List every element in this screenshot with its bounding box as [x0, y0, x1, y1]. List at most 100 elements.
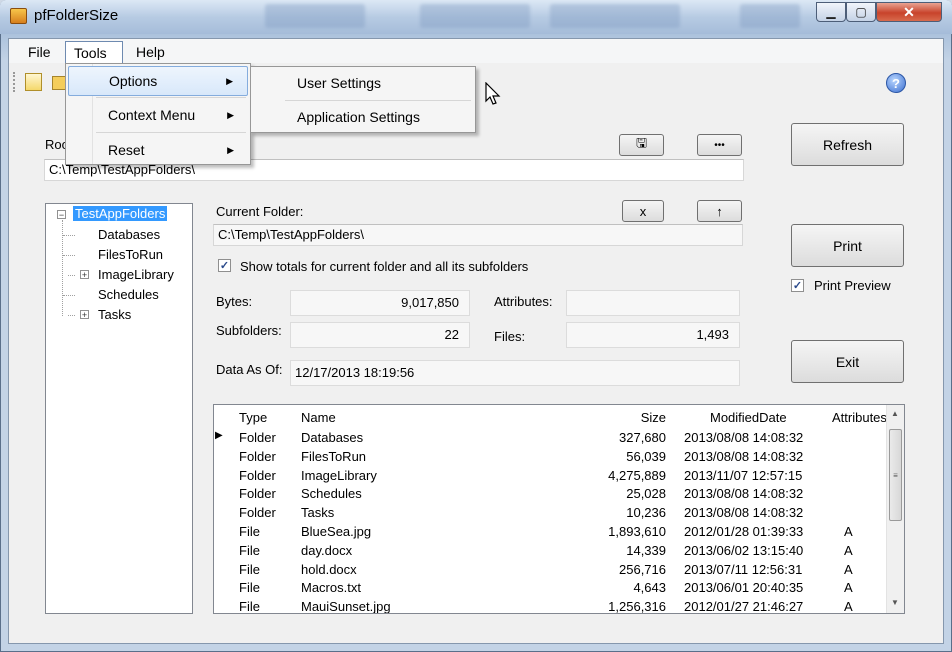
exit-button[interactable]: Exit	[791, 340, 904, 383]
up-folder-button[interactable]: ↑	[697, 200, 742, 222]
close-button[interactable]: ✕	[876, 2, 942, 22]
files-value: 1,493	[566, 322, 740, 348]
cell-modified: 2013/08/08 14:08:32	[684, 448, 804, 464]
menu-item-user-settings[interactable]: User Settings	[253, 67, 473, 99]
cell-size: 14,339	[626, 542, 666, 558]
help-icon[interactable]: ?	[886, 73, 906, 93]
print-preview-label: Print Preview	[814, 278, 891, 293]
cell-attributes: A	[844, 542, 853, 558]
table-row[interactable]: Folder FilesToRun 56,039 2013/08/08 14:08:3…	[214, 447, 886, 466]
table-row[interactable]: File Macros.txt 4,643 2013/06/01 20:40:35 A	[214, 578, 886, 597]
cell-size: 25,028	[626, 486, 666, 502]
cell-type: Folder	[239, 467, 276, 483]
cell-name: hold.docx	[301, 561, 357, 577]
tree-expand-toggle[interactable]: +	[80, 310, 89, 320]
data-as-of-label: Data As Of:	[216, 362, 283, 377]
cell-size: 256,716	[619, 561, 666, 577]
table-row[interactable]: File BlueSea.jpg 1,893,610 2012/01/28 01:39…	[214, 522, 886, 541]
bytes-label: Bytes:	[216, 294, 253, 309]
cell-modified: 2013/08/08 14:08:32	[684, 430, 804, 445]
scroll-down-arrow[interactable]: ▼	[891, 598, 899, 607]
cell-name: Tasks	[301, 505, 335, 521]
print-preview-checkbox[interactable]: ✓	[791, 279, 804, 292]
current-folder-label: Current Folder:	[216, 204, 304, 219]
save-button[interactable]: 🖫	[619, 134, 664, 156]
maximize-button[interactable]: ▢	[846, 2, 876, 22]
tree-node[interactable]: ImageLibrary	[98, 265, 174, 285]
menu-separator	[96, 132, 246, 133]
tree-node[interactable]: Schedules	[98, 285, 159, 305]
tree-line	[63, 295, 75, 296]
cell-attributes: A	[844, 580, 853, 596]
table-row[interactable]: File hold.docx 256,716 2013/07/11 12:56:31 A	[214, 560, 886, 579]
cell-name: BlueSea.jpg	[301, 524, 372, 539]
options-submenu: User Settings Application Settings	[250, 66, 476, 133]
cell-size: 4,275,889	[608, 467, 666, 483]
cell-type: Folder	[239, 448, 276, 464]
table-row[interactable]: File MauiSunset.jpg 1,256,316 2012/01/27 21…	[214, 597, 886, 614]
current-folder-path: C:\Temp\TestAppFolders\	[213, 224, 743, 246]
scroll-thumb[interactable]: ≡	[889, 429, 902, 521]
cell-modified: 2013/08/08 14:08:32	[684, 486, 804, 502]
cell-size: 327,680	[619, 430, 666, 445]
tree-node-label: TestAppFolders	[73, 206, 168, 221]
submenu-arrow-icon: ▶	[226, 76, 233, 86]
show-totals-checkbox[interactable]: ✓	[218, 259, 231, 272]
refresh-button[interactable]: Refresh	[791, 123, 904, 166]
table-row[interactable]: Folder Tasks 10,236 2013/08/08 14:08:32	[214, 503, 886, 522]
folder-tree[interactable]: − TestAppFolders Databases FilesToRun + …	[45, 203, 193, 614]
cell-size: 1,893,610	[608, 524, 666, 539]
background-blur	[550, 4, 680, 28]
tree-node-root[interactable]: TestAppFolders	[73, 204, 168, 224]
scroll-up-arrow[interactable]: ▲	[891, 409, 899, 418]
menu-item-application-settings[interactable]: Application Settings	[253, 101, 473, 133]
menu-item-options[interactable]: Options ▶	[68, 66, 248, 96]
menu-help[interactable]: Help	[130, 41, 171, 63]
table-row[interactable]: Folder Databases 327,680 2013/08/08 14:08:3…	[214, 428, 886, 447]
table-row[interactable]: Folder ImageLibrary 4,275,889 2013/11/07 12…	[214, 466, 886, 485]
cell-modified: 2012/01/28 01:39:33	[684, 524, 804, 539]
cell-size: 56,039	[626, 448, 666, 464]
menu-item-label: Reset	[108, 142, 145, 158]
menu-item-context-menu[interactable]: Context Menu ▶	[68, 99, 248, 131]
window-title: pfFolderSize	[34, 7, 119, 24]
data-as-of-value: 12/17/2013 18:19:56	[290, 360, 740, 386]
cell-modified: 2012/01/27 21:46:27	[684, 599, 804, 614]
toolbar-grip[interactable]	[13, 72, 17, 92]
new-icon[interactable]	[25, 73, 42, 91]
cell-name: FilesToRun	[301, 448, 367, 464]
print-button[interactable]: Print	[791, 224, 904, 267]
cell-name: ImageLibrary	[301, 467, 377, 483]
tree-node[interactable]: Databases	[98, 225, 160, 245]
open-folder-icon[interactable]	[52, 76, 66, 90]
attributes-value	[566, 290, 740, 316]
minimize-button[interactable]: ▁	[816, 2, 846, 22]
cell-type: Folder	[239, 430, 276, 445]
subfolders-value: 22	[290, 322, 470, 348]
clear-button[interactable]: x	[622, 200, 664, 222]
menu-file[interactable]: File	[22, 41, 57, 63]
tree-collapse-toggle[interactable]: −	[57, 210, 66, 220]
grid-vertical-scrollbar[interactable]: ▲ ≡ ▼	[886, 405, 904, 613]
menu-item-label: Options	[109, 73, 158, 89]
files-label: Files:	[494, 329, 526, 344]
cell-type: File	[239, 524, 260, 539]
menu-tools[interactable]: Tools	[65, 41, 123, 63]
tree-node[interactable]: FilesToRun	[98, 245, 163, 265]
cell-name: Schedules	[301, 486, 362, 502]
browse-button[interactable]: •••	[697, 134, 742, 156]
menu-item-reset[interactable]: Reset ▶	[68, 134, 248, 166]
table-row[interactable]: File day.docx 14,339 2013/06/02 13:15:40 A	[214, 541, 886, 560]
table-row[interactable]: Folder Schedules 25,028 2013/08/08 14:08:32	[214, 484, 886, 503]
cell-modified: 2013/11/07 12:57:15	[684, 467, 803, 483]
cell-type: File	[239, 561, 260, 577]
tree-node[interactable]: Tasks	[98, 305, 131, 325]
submenu-arrow-icon: ▶	[227, 110, 234, 120]
contents-grid[interactable]: Type Name Size ModifiedDate Attributes ▶…	[213, 404, 905, 614]
cell-type: File	[239, 580, 260, 596]
cell-attributes: A	[844, 599, 853, 614]
tree-expand-toggle[interactable]: +	[80, 270, 89, 280]
background-blur	[265, 4, 365, 28]
submenu-arrow-icon: ▶	[227, 145, 234, 155]
cell-name: Databases	[301, 430, 364, 445]
